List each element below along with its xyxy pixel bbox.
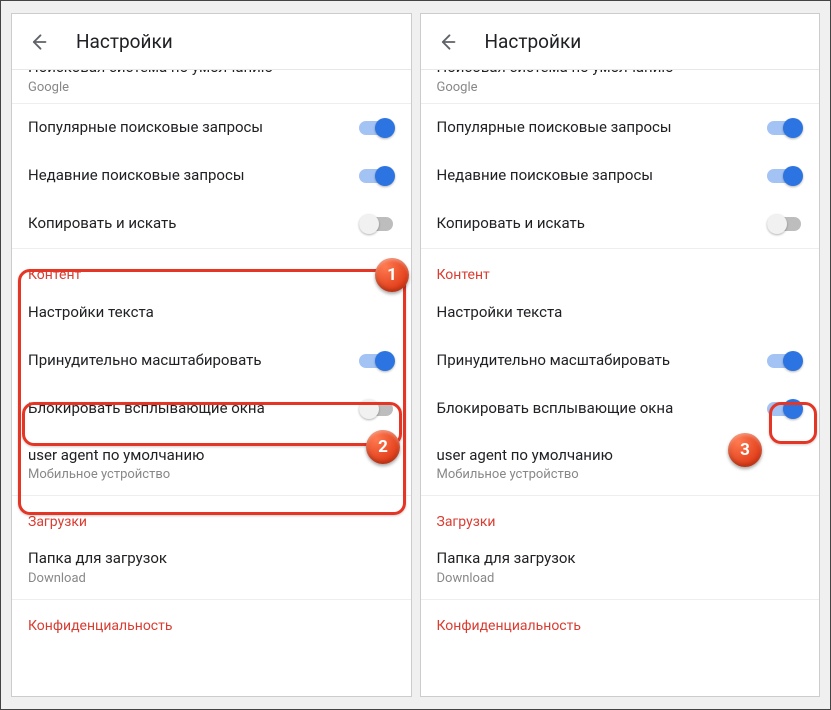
page-title: Настройки	[485, 30, 582, 53]
app-header: Настройки	[421, 14, 820, 70]
back-arrow-icon[interactable]	[437, 32, 457, 52]
toggle-block-popups[interactable]	[359, 399, 395, 419]
row-title: Популярные поисковые запросы	[437, 118, 756, 138]
page-title: Настройки	[76, 30, 173, 53]
row-title: Настройки текста	[28, 303, 395, 323]
settings-list: Поисковая система по умолчанию Google По…	[12, 70, 411, 696]
row-popular-queries[interactable]: Популярные поисковые запросы	[421, 104, 820, 152]
row-title: Копировать и искать	[437, 214, 756, 234]
toggle-copy-search[interactable]	[767, 214, 803, 234]
toggle-popular-queries[interactable]	[767, 118, 803, 138]
row-subtitle: Мобильное устройство	[437, 467, 804, 482]
row-subtitle: Google	[437, 80, 804, 95]
row-subtitle: Download	[437, 571, 804, 586]
row-copy-search[interactable]: Копировать и искать	[421, 200, 820, 248]
row-block-popups[interactable]: Блокировать всплывающие окна	[12, 385, 411, 433]
section-content: Контент	[421, 249, 820, 289]
row-copy-search[interactable]: Копировать и искать	[12, 200, 411, 248]
section-content: Контент	[12, 249, 411, 289]
phone-left: Настройки Поисковая система по умолчанию…	[11, 13, 412, 697]
row-subtitle: Google	[28, 80, 395, 95]
row-title: Настройки текста	[437, 303, 804, 323]
row-download-folder[interactable]: Папка для загрузок Download	[12, 536, 411, 599]
toggle-recent-queries[interactable]	[767, 166, 803, 186]
toggle-copy-search[interactable]	[359, 214, 395, 234]
row-title: Недавние поисковые запросы	[28, 166, 347, 186]
back-arrow-icon[interactable]	[28, 32, 48, 52]
settings-list: Поисовая система по умолчанию Google Поп…	[421, 70, 820, 696]
toggle-recent-queries[interactable]	[359, 166, 395, 186]
row-title: Популярные поисковые запросы	[28, 118, 347, 138]
row-title: Блокировать всплывающие окна	[28, 399, 347, 419]
section-privacy: Конфиденциальность	[12, 600, 411, 640]
toggle-force-zoom[interactable]	[359, 351, 395, 371]
row-title: Недавние поисковые запросы	[437, 166, 756, 186]
phone-right: Настройки Поисовая система по умолчанию …	[420, 13, 821, 697]
section-downloads: Загрузки	[421, 496, 820, 536]
row-title: Папка для загрузок	[437, 549, 804, 569]
row-popular-queries[interactable]: Популярные поисковые запросы	[12, 104, 411, 152]
row-user-agent[interactable]: user agent по умолчанию Мобильное устрой…	[12, 433, 411, 496]
row-default-search[interactable]: Поисовая система по умолчанию Google	[421, 70, 820, 103]
row-user-agent[interactable]: user agent по умолчанию Мобильное устрой…	[421, 433, 820, 496]
row-title: Поисовая система по умолчанию	[437, 70, 804, 78]
row-default-search[interactable]: Поисковая система по умолчанию Google	[12, 70, 411, 103]
row-title: user agent по умолчанию	[28, 446, 395, 466]
row-recent-queries[interactable]: Недавние поисковые запросы	[12, 152, 411, 200]
row-title: Принудительно масштабировать	[28, 351, 347, 371]
row-title: Копировать и искать	[28, 214, 347, 234]
row-download-folder[interactable]: Папка для загрузок Download	[421, 536, 820, 599]
row-title: Папка для загрузок	[28, 549, 395, 569]
toggle-block-popups[interactable]	[767, 399, 803, 419]
section-downloads: Загрузки	[12, 496, 411, 536]
row-subtitle: Мобильное устройство	[28, 467, 395, 482]
row-subtitle: Download	[28, 571, 395, 586]
app-header: Настройки	[12, 14, 411, 70]
row-title: Принудительно масштабировать	[437, 351, 756, 371]
row-text-settings[interactable]: Настройки текста	[12, 289, 411, 337]
row-title: Блокировать всплывающие окна	[437, 399, 756, 419]
toggle-force-zoom[interactable]	[767, 351, 803, 371]
row-recent-queries[interactable]: Недавние поисковые запросы	[421, 152, 820, 200]
row-block-popups[interactable]: Блокировать всплывающие окна	[421, 385, 820, 433]
row-text-settings[interactable]: Настройки текста	[421, 289, 820, 337]
section-privacy: Конфиденциальность	[421, 600, 820, 640]
row-force-zoom[interactable]: Принудительно масштабировать	[12, 337, 411, 385]
row-title: Поисковая система по умолчанию	[28, 70, 395, 78]
row-force-zoom[interactable]: Принудительно масштабировать	[421, 337, 820, 385]
row-title: user agent по умолчанию	[437, 446, 804, 466]
toggle-popular-queries[interactable]	[359, 118, 395, 138]
